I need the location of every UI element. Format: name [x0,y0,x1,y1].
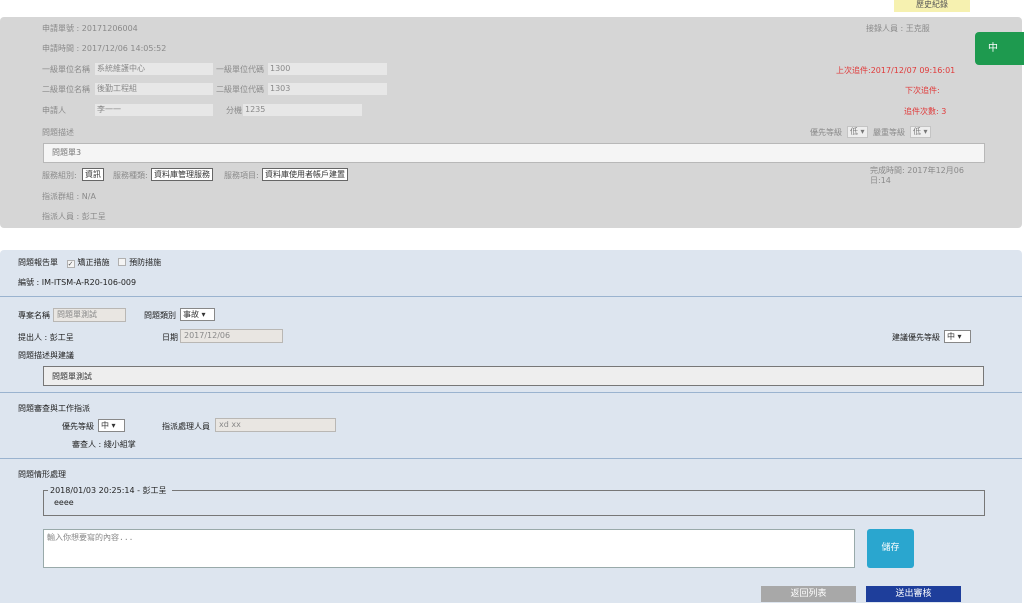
service-group-label: 服務組別: [42,171,77,180]
section-divider [0,392,1022,393]
proposer: 提出人 : 彭工呈 [18,333,74,342]
problem-type-select[interactable]: 事故 ▾ [180,308,215,321]
last-followup: 上次追件:2017/12/07 09:16:01 [836,66,956,75]
request-time: 申請時間 : 2017/12/06 14:05:52 [42,44,167,53]
next-followup: 下次追件: [905,86,940,95]
completion-time-2: 日:14 [870,176,891,185]
service-item-label: 服務項目: [224,171,259,180]
handler-field: xd xx [215,418,336,432]
desc-suggest-label: 問題描述與建議 [18,351,74,360]
followup-count: 追件次數: 3 [904,107,947,116]
log-text: eeee [54,498,74,507]
applicant-field: 李一一 [95,104,213,116]
dispatch-person: 指派人員 : 彭工呈 [42,212,106,221]
lvl2-unit-name-field: 後勤工程組 [95,83,213,95]
comment-input[interactable]: 輸入你想要寫的內容... [43,529,855,568]
lvl2-unit-code-field: 1303 [268,83,387,95]
problem-type-label: 問題類別 [144,311,176,320]
side-toggle-button[interactable]: 中 [975,32,1024,65]
handler-label: 指派處理人員 [162,422,210,431]
dispatch-group: 指派群組 : N/A [42,192,96,201]
desc-suggest-text: 問題單測試 [52,372,92,381]
review-section-label: 問題審查與工作指派 [18,404,90,413]
log-header: 2018/01/03 20:25:14 - 彭工呈 [50,486,167,495]
handling-label: 問題情形處理 [18,470,66,479]
suggest-priority-label: 建議優先等級 [892,333,940,342]
request-number: 申請單號 : 20171206004 [42,24,138,33]
report-type-row: 問題報告單 ✓ 矯正措施 預防措施 [18,257,161,268]
applicant-label: 申請人 [42,106,66,115]
review-priority-label: 優先等級 [62,422,94,431]
log-frame-edge [172,490,985,491]
lvl2-unit-code-label: 二級單位代碼 [216,85,264,94]
priority-label: 優先等級 [810,128,842,137]
request-summary-panel: 申請單號 : 20171206004 申請時間 : 2017/12/06 14:… [0,17,1022,228]
problem-report-panel: 問題報告單 ✓ 矯正措施 預防措施 編號 : IM-ITSM-A-R20-106-… [0,250,1022,603]
priority-select[interactable]: 低 ▾ [847,126,868,138]
case-name-field: 問題單測試 [53,308,126,322]
back-to-list-button[interactable]: 返回列表 [761,586,856,602]
service-type-value: 資料庫管理服務 [151,168,213,181]
corrective-label: 矯正措施 [77,258,110,267]
ext-field: 1235 [243,104,362,116]
service-item-value: 資料庫使用者帳戶建置 [262,168,348,181]
report-label: 問題報告單 [18,258,58,267]
review-priority-select[interactable]: 中 ▾ [98,419,125,432]
serial-number: 編號 : IM-ITSM-A-R20-106-009 [18,278,137,287]
severity-label: 嚴重等級 [873,128,905,137]
lvl1-unit-code-field: 1300 [268,63,387,75]
preventive-checkbox[interactable] [118,258,127,266]
reviewer: 審查人 : 綫小組掌 [72,440,136,449]
history-tab[interactable]: 歷史紀錄 [894,0,970,12]
section-divider [0,296,1022,297]
receiver: 接錄人員 : 王克服 [866,24,930,33]
lvl1-unit-name-field: 系統維護中心 [95,63,213,75]
submit-review-button[interactable]: 送出審核 [866,586,961,602]
section-divider [0,458,1022,459]
service-group-value: 資訊 [82,168,104,181]
case-name-label: 專案名稱 [18,311,50,320]
desc-suggest-box: 問題單測試 [43,366,984,386]
problem-desc-label: 問題描述 [42,128,74,137]
severity-select[interactable]: 低 ▾ [910,126,931,138]
ext-label: 分機 [226,106,242,115]
lvl1-unit-code-label: 一級單位代碼 [216,65,264,74]
problem-desc-box: 問題單3 [43,143,985,163]
handling-log-box: eeee [43,490,985,516]
lvl1-unit-name-label: 一級單位名稱 [42,65,90,74]
service-type-label: 服務種類: [113,171,148,180]
log-frame-edge [43,490,48,491]
suggest-priority-select[interactable]: 中 ▾ [944,330,971,343]
lvl2-unit-name-label: 二級單位名稱 [42,85,90,94]
save-button[interactable]: 儲存 [867,529,914,568]
date-field: 2017/12/06 [180,329,283,343]
date-label: 日期 [162,333,178,342]
corrective-checkbox[interactable]: ✓ [66,260,75,268]
preventive-label: 預防措施 [129,258,162,267]
